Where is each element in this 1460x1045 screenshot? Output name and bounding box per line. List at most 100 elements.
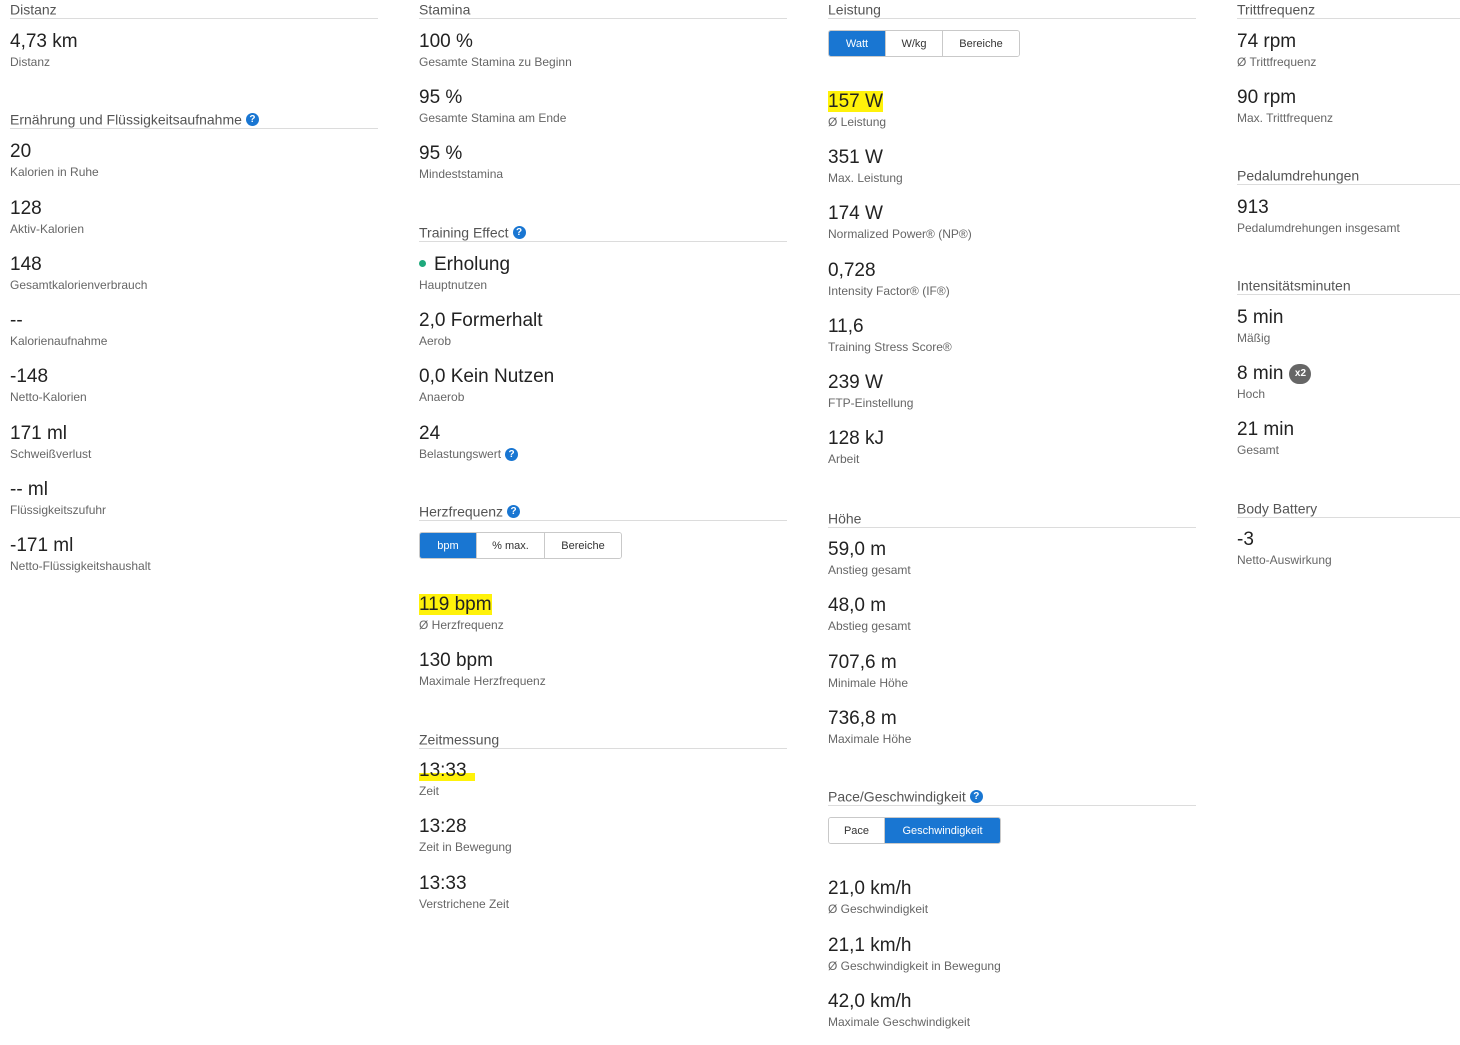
tab-percent-max[interactable]: % max.: [477, 533, 545, 558]
stat-max-hr: 130 bpm Maximale Herzfrequenz: [419, 650, 787, 688]
tab-bereiche[interactable]: Bereiche: [943, 31, 1019, 56]
stat-label: Kalorienaufnahme: [10, 334, 108, 348]
tab-bereiche[interactable]: Bereiche: [545, 533, 621, 558]
help-icon[interactable]: ?: [512, 225, 526, 239]
stat-value: 13:28: [419, 816, 467, 837]
stat-kalorienaufnahme: -- Kalorienaufnahme: [10, 310, 378, 348]
stat-label: Ø Geschwindigkeit in Bewegung: [828, 959, 1001, 973]
stat-label: Mäßig: [1237, 331, 1271, 345]
stat-stamina-ende: 95 % Gesamte Stamina am Ende: [419, 87, 787, 125]
stat-moving-speed: 21,1 km/h Ø Geschwindigkeit in Bewegung: [828, 935, 1196, 973]
stat-value: 59,0 m: [828, 539, 887, 560]
stat-value: 21,1 km/h: [828, 935, 912, 956]
stat-value: 2,0 Formerhalt: [419, 310, 543, 331]
stat-max-cadence: 90 rpm Max. Trittfrequenz: [1237, 87, 1460, 125]
stat-schweissverlust: 171 ml Schweißverlust: [10, 423, 378, 461]
tab-watt[interactable]: Watt: [829, 31, 886, 56]
stat-value: --: [10, 310, 23, 331]
stat-value: 0,0 Kein Nutzen: [419, 366, 555, 387]
stat-value: 707,6 m: [828, 652, 897, 673]
stat-stamina-beginn: 100 % Gesamte Stamina zu Beginn: [419, 31, 787, 69]
tab-geschwindigkeit[interactable]: Geschwindigkeit: [885, 818, 1000, 843]
stat-value: 148: [10, 254, 42, 275]
stat-hauptnutzen: Erholung Hauptnutzen: [419, 254, 787, 292]
section-title: Zeitmessung: [419, 730, 787, 749]
stat-value: 157 W: [828, 91, 1196, 113]
stat-label: Netto-Flüssigkeitshaushalt: [10, 559, 151, 573]
stat-label: Hoch: [1237, 387, 1266, 401]
section-title: Distanz: [10, 0, 378, 19]
stat-value: 13:33: [419, 873, 467, 894]
section-title: Herzfrequenz?: [419, 502, 787, 521]
help-icon[interactable]: ?: [505, 448, 519, 462]
stat-netto-kalorien: -148 Netto-Kalorien: [10, 366, 378, 404]
stat-value: 130 bpm: [419, 650, 493, 671]
help-icon[interactable]: ?: [507, 504, 521, 518]
stat-intensity-factor: 0,728 Intensity Factor® (IF®): [828, 260, 1196, 298]
stat-aktiv-kalorien: 128 Aktiv-Kalorien: [10, 198, 378, 236]
stat-arbeit: 128 kJ Arbeit: [828, 428, 1196, 466]
stat-value: 174 W: [828, 203, 883, 224]
stat-label: Intensity Factor® (IF®): [828, 284, 950, 298]
help-icon[interactable]: ?: [969, 789, 983, 803]
stat-value: 74 rpm: [1237, 31, 1297, 52]
stat-mindeststamina: 95 % Mindeststamina: [419, 143, 787, 181]
highlighted-value: 119 bpm: [419, 594, 492, 615]
stat-label: Training Stress Score®: [828, 340, 952, 354]
section-title: Pace/Geschwindigkeit?: [828, 787, 1196, 806]
stat-distanz: 4,73 km Distanz: [10, 31, 378, 69]
stat-label: Ø Trittfrequenz: [1237, 55, 1317, 69]
stat-avg-power: 157 W Ø Leistung: [828, 91, 1196, 129]
tab-bpm[interactable]: bpm: [420, 533, 477, 558]
stat-ftp: 239 W FTP-Einstellung: [828, 372, 1196, 410]
stat-value: 119 bpm: [419, 594, 787, 616]
stat-maessig: 5 min Mäßig: [1237, 307, 1460, 345]
stat-label: Netto-Kalorien: [10, 390, 87, 404]
tab-w-kg[interactable]: W/kg: [886, 31, 943, 56]
stat-label: Hauptnutzen: [419, 278, 488, 292]
stat-value: 128 kJ: [828, 428, 884, 449]
stat-value: 13:33: [419, 760, 787, 782]
stat-min-hoehe: 707,6 m Minimale Höhe: [828, 652, 1196, 690]
stat-label: Max. Leistung: [828, 171, 903, 185]
tab-pace[interactable]: Pace: [829, 818, 885, 843]
stat-belastungswert: 24 Belastungswert?: [419, 423, 787, 462]
stat-value: 239 W: [828, 372, 883, 393]
stat-value: Erholung: [419, 254, 787, 276]
section-title: Leistung: [828, 0, 1196, 19]
stat-netto-auswirkung: -3 Netto-Auswirkung: [1237, 529, 1460, 567]
stat-label: Netto-Auswirkung: [1237, 553, 1332, 567]
stat-value: 0,728: [828, 260, 876, 281]
stat-value: 20: [10, 141, 32, 162]
stat-value: 4,73 km: [10, 31, 78, 52]
stat-value: 42,0 km/h: [828, 991, 912, 1012]
stat-abstieg: 48,0 m Abstieg gesamt: [828, 595, 1196, 633]
stat-label: Kalorien in Ruhe: [10, 165, 99, 179]
section-title: Training Effect?: [419, 223, 787, 242]
stat-label: Distanz: [10, 55, 51, 69]
stat-label: Ø Herzfrequenz: [419, 618, 504, 632]
stat-value-text: Erholung: [434, 254, 511, 275]
stat-kalorien-ruhe: 20 Kalorien in Ruhe: [10, 141, 378, 179]
stat-label: Pedalumdrehungen insgesamt: [1237, 221, 1400, 235]
stat-label: Zeit: [419, 784, 440, 798]
stat-value: 5 min: [1237, 307, 1284, 328]
stat-value: 11,6: [828, 316, 864, 337]
status-dot-icon: [419, 259, 426, 267]
stat-gesamt: 21 min Gesamt: [1237, 419, 1460, 457]
stat-avg-speed: 21,0 km/h Ø Geschwindigkeit: [828, 878, 1196, 916]
help-icon[interactable]: ?: [245, 112, 259, 126]
section-title: Höhe: [828, 509, 1196, 528]
stat-avg-cadence: 74 rpm Ø Trittfrequenz: [1237, 31, 1460, 69]
stat-value: 48,0 m: [828, 595, 887, 616]
stat-label: Anaerob: [419, 390, 465, 404]
stat-label: Gesamtkalorienverbrauch: [10, 278, 148, 292]
stat-value: 95 %: [419, 143, 463, 164]
stat-anaerob: 0,0 Kein Nutzen Anaerob: [419, 366, 787, 404]
stat-value: -3: [1237, 529, 1254, 550]
stat-value: 21 min: [1237, 419, 1295, 440]
stat-label: Gesamte Stamina am Ende: [419, 111, 567, 125]
stat-label: Anstieg gesamt: [828, 563, 911, 577]
section-title: Trittfrequenz: [1237, 0, 1460, 19]
stat-label: Maximale Herzfrequenz: [419, 674, 546, 688]
